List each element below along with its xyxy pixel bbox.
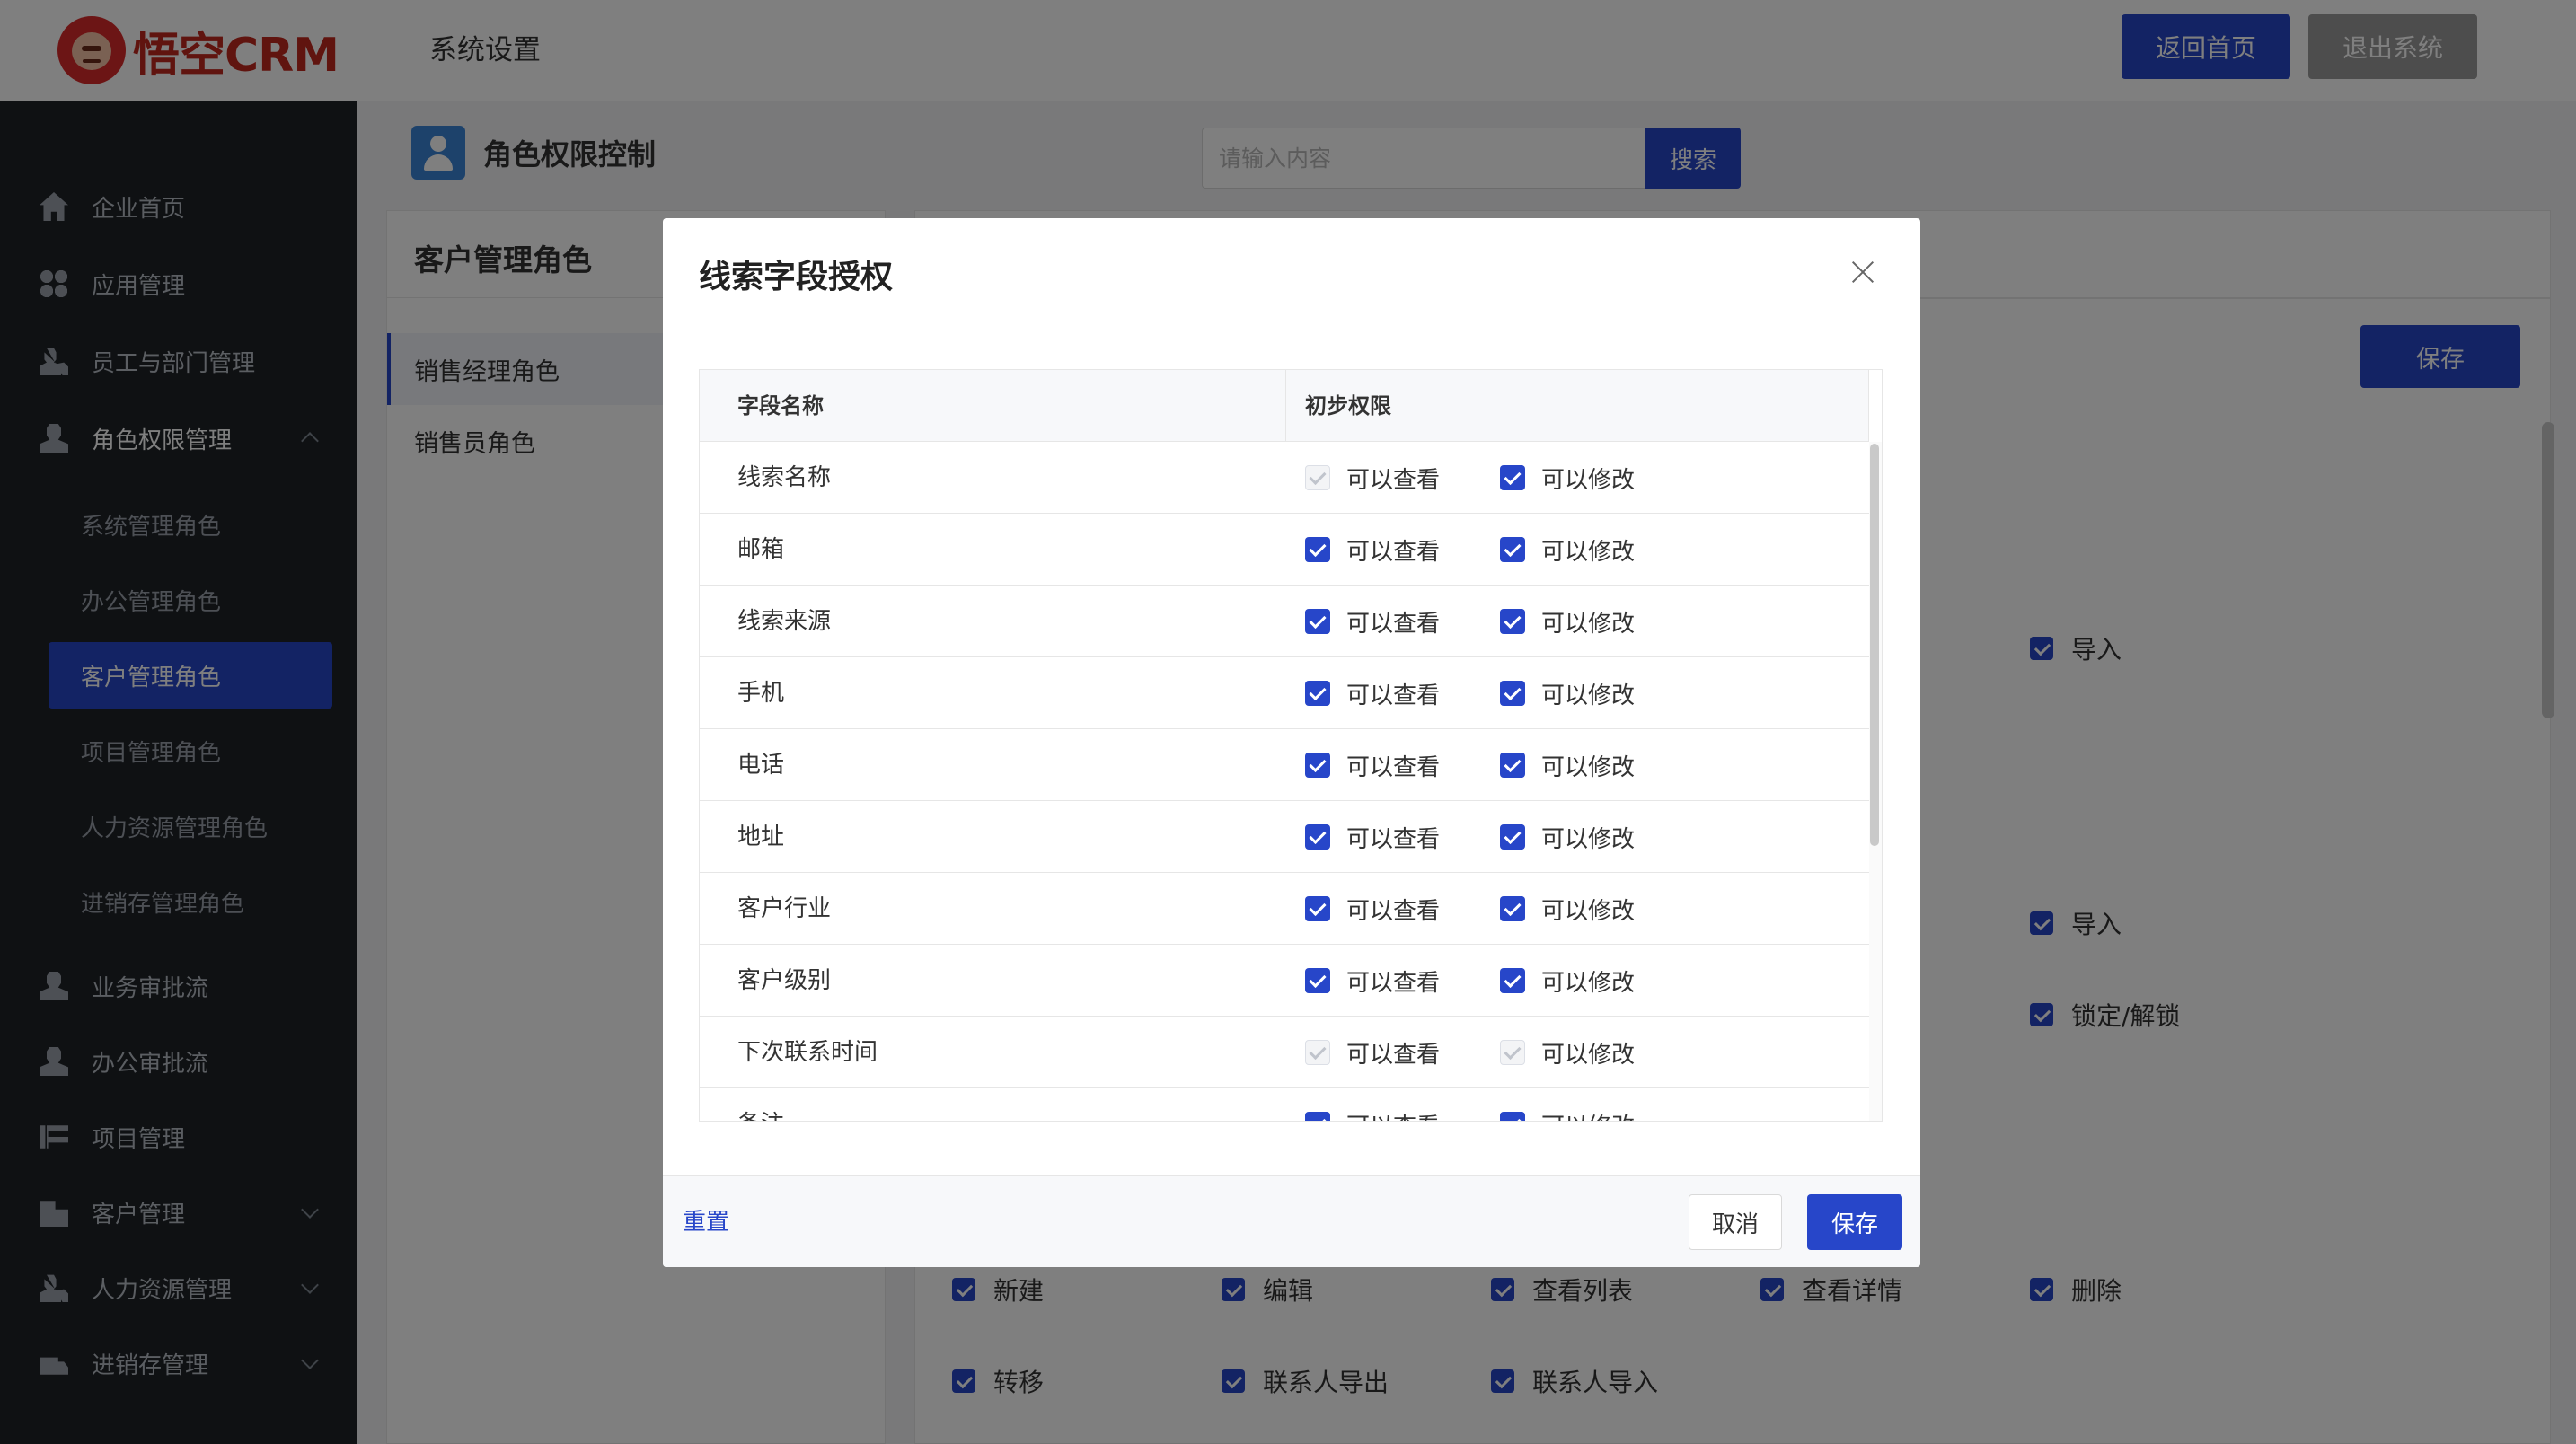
checkbox-label: 可以修改: [1541, 1036, 1635, 1070]
scrollbar-thumb[interactable]: [1870, 444, 1879, 846]
table-row: 手机 可以查看 可以修改: [700, 657, 1869, 729]
view-permission-checkbox[interactable]: 可以查看: [1305, 873, 1440, 945]
checkbox-label: 可以查看: [1346, 1036, 1440, 1070]
view-permission-checkbox[interactable]: 可以查看: [1305, 657, 1440, 729]
checkbox-label: 可以修改: [1541, 964, 1635, 998]
view-permission-checkbox: 可以查看: [1305, 442, 1440, 514]
checkbox-checked-icon: [1305, 1112, 1330, 1122]
edit-permission-checkbox: 可以修改: [1500, 1017, 1635, 1088]
table-header: 字段名称 初步权限: [700, 370, 1869, 442]
view-permission-checkbox[interactable]: 可以查看: [1305, 945, 1440, 1017]
table-row: 电话 可以查看 可以修改: [700, 729, 1869, 801]
field-name-cell: 手机: [737, 657, 784, 729]
edit-permission-checkbox[interactable]: 可以修改: [1500, 801, 1635, 873]
edit-permission-checkbox[interactable]: 可以修改: [1500, 1088, 1635, 1122]
checkbox-checked-icon: [1500, 1112, 1525, 1122]
table-row: 客户级别 可以查看 可以修改: [700, 945, 1869, 1017]
checkbox-checked-icon: [1305, 753, 1330, 778]
field-name-cell: 电话: [737, 729, 784, 801]
checkbox-disabled-icon: [1305, 1040, 1330, 1065]
column-header-field-name: 字段名称: [737, 370, 824, 442]
field-name-cell: 邮箱: [737, 514, 784, 586]
table-row: 线索来源 可以查看 可以修改: [700, 586, 1869, 657]
field-permission-dialog: 线索字段授权 字段名称 初步权限 线索名称可以查看可以修改邮箱可以查看可以修改线…: [663, 218, 1920, 1267]
table-row: 线索名称 可以查看 可以修改: [700, 442, 1869, 514]
checkbox-label: 可以查看: [1346, 462, 1440, 495]
field-name-cell: 线索来源: [737, 586, 831, 657]
divider: [1868, 370, 1869, 442]
field-name-cell: 下次联系时间: [737, 1017, 878, 1088]
checkbox-label: 可以修改: [1541, 677, 1635, 710]
dialog-footer: 重置 取消 保存: [663, 1176, 1920, 1267]
edit-permission-checkbox[interactable]: 可以修改: [1500, 729, 1635, 801]
checkbox-checked-icon: [1500, 681, 1525, 706]
close-icon[interactable]: [1845, 254, 1881, 290]
view-permission-checkbox[interactable]: 可以查看: [1305, 801, 1440, 873]
save-button[interactable]: 保存: [1807, 1194, 1902, 1250]
checkbox-checked-icon: [1500, 537, 1525, 562]
checkbox-label: 可以修改: [1541, 1108, 1635, 1123]
edit-permission-checkbox[interactable]: 可以修改: [1500, 442, 1635, 514]
view-permission-checkbox[interactable]: 可以查看: [1305, 1088, 1440, 1122]
checkbox-checked-icon: [1305, 824, 1330, 850]
checkbox-checked-icon: [1305, 609, 1330, 634]
checkbox-checked-icon: [1500, 753, 1525, 778]
checkbox-checked-icon: [1305, 968, 1330, 993]
view-permission-checkbox: 可以查看: [1305, 1017, 1440, 1088]
checkbox-label: 可以修改: [1541, 821, 1635, 854]
cancel-button[interactable]: 取消: [1689, 1194, 1782, 1250]
field-name-cell: 客户行业: [737, 873, 831, 945]
checkbox-label: 可以查看: [1346, 821, 1440, 854]
table-row: 下次联系时间 可以查看 可以修改: [700, 1017, 1869, 1088]
checkbox-checked-icon: [1500, 968, 1525, 993]
checkbox-checked-icon: [1500, 465, 1525, 490]
checkbox-label: 可以查看: [1346, 964, 1440, 998]
checkbox-checked-icon: [1305, 896, 1330, 921]
field-name-cell: 地址: [737, 801, 784, 873]
checkbox-label: 可以查看: [1346, 677, 1440, 710]
checkbox-checked-icon: [1305, 681, 1330, 706]
edit-permission-checkbox[interactable]: 可以修改: [1500, 657, 1635, 729]
table-row: 备注可以查看 可以修改: [700, 1088, 1869, 1122]
table-row: 客户行业 可以查看 可以修改: [700, 873, 1869, 945]
field-name-cell: 客户级别: [737, 945, 831, 1017]
edit-permission-checkbox[interactable]: 可以修改: [1500, 945, 1635, 1017]
checkbox-disabled-icon: [1305, 465, 1330, 490]
table-row: 邮箱 可以查看 可以修改: [700, 514, 1869, 586]
checkbox-checked-icon: [1500, 896, 1525, 921]
checkbox-label: 可以查看: [1346, 533, 1440, 567]
checkbox-label: 可以修改: [1541, 605, 1635, 638]
view-permission-checkbox[interactable]: 可以查看: [1305, 514, 1440, 586]
edit-permission-checkbox[interactable]: 可以修改: [1500, 586, 1635, 657]
checkbox-label: 可以修改: [1541, 533, 1635, 567]
checkbox-label: 可以修改: [1541, 462, 1635, 495]
dialog-title: 线索字段授权: [699, 251, 893, 297]
field-name-cell: 线索名称: [737, 442, 831, 514]
checkbox-label: 可以修改: [1541, 893, 1635, 926]
checkbox-checked-icon: [1305, 537, 1330, 562]
table-row: 地址 可以查看 可以修改: [700, 801, 1869, 873]
edit-permission-checkbox[interactable]: 可以修改: [1500, 873, 1635, 945]
checkbox-label: 可以查看: [1346, 605, 1440, 638]
checkbox-checked-icon: [1500, 824, 1525, 850]
checkbox-checked-icon: [1500, 609, 1525, 634]
reset-link[interactable]: 重置: [683, 1203, 729, 1237]
field-permission-table: 字段名称 初步权限 线索名称可以查看可以修改邮箱可以查看可以修改线索来源可以查看…: [699, 369, 1883, 1122]
checkbox-label: 可以查看: [1346, 893, 1440, 926]
divider: [1285, 370, 1286, 442]
checkbox-label: 可以修改: [1541, 749, 1635, 782]
checkbox-label: 可以查看: [1346, 749, 1440, 782]
edit-permission-checkbox[interactable]: 可以修改: [1500, 514, 1635, 586]
column-header-permission: 初步权限: [1305, 370, 1391, 442]
field-name-cell: 备注: [737, 1088, 784, 1122]
view-permission-checkbox[interactable]: 可以查看: [1305, 729, 1440, 801]
checkbox-label: 可以查看: [1346, 1108, 1440, 1123]
view-permission-checkbox[interactable]: 可以查看: [1305, 586, 1440, 657]
checkbox-disabled-icon: [1500, 1040, 1525, 1065]
